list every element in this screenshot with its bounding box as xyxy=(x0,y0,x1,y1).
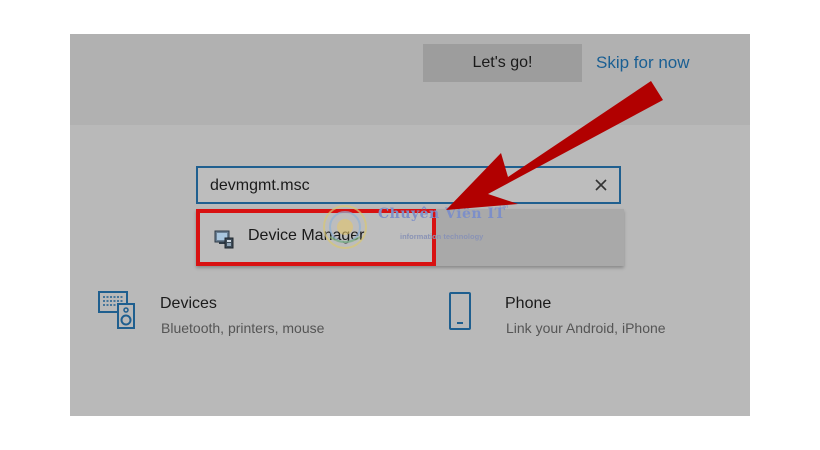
tile-phone[interactable]: Phone Link your Android, iPhone xyxy=(444,289,744,349)
result-label: Device Manager xyxy=(248,227,365,244)
devices-icon xyxy=(98,291,135,329)
header-band xyxy=(70,34,750,125)
lets-go-button[interactable]: Let's go! xyxy=(423,44,582,82)
search-input[interactable] xyxy=(210,176,570,196)
tile-devices[interactable]: Devices Bluetooth, printers, mouse xyxy=(96,289,396,349)
result-device-manager[interactable]: Device Manager xyxy=(196,209,436,266)
close-icon[interactable] xyxy=(591,175,611,195)
phone-icon xyxy=(449,292,471,330)
tile-description: Bluetooth, printers, mouse xyxy=(161,320,325,336)
skip-for-now-link[interactable]: Skip for now xyxy=(596,53,690,73)
tile-title: Devices xyxy=(160,295,217,312)
settings-screen: Let's go! Skip for now Device Manager xyxy=(70,34,750,416)
search-results-dropdown: Device Manager xyxy=(196,209,624,266)
tile-description: Link your Android, iPhone xyxy=(506,320,666,336)
search-box[interactable] xyxy=(196,166,621,204)
tile-title: Phone xyxy=(505,295,552,312)
device-manager-icon xyxy=(214,230,234,249)
